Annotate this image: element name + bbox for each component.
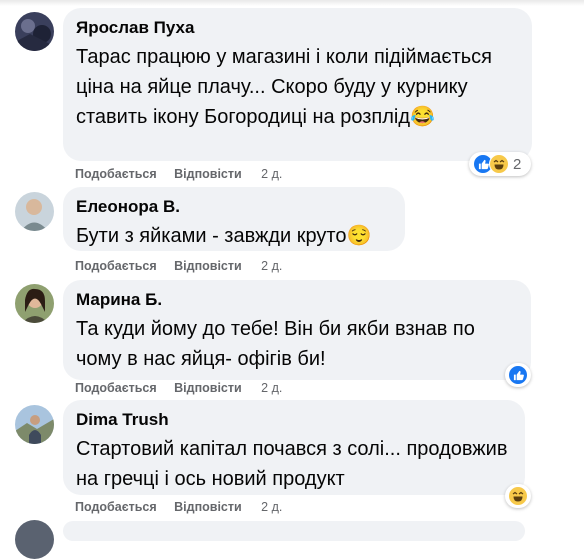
- comment-text: Тарас працюю у магазині і коли підіймаєт…: [76, 46, 493, 128]
- reply-button[interactable]: Відповісти: [174, 500, 242, 514]
- like-icon: [508, 365, 528, 385]
- avatar-photo: [15, 284, 54, 323]
- reactions-summary[interactable]: 2: [469, 152, 531, 176]
- reply-button[interactable]: Відповісти: [174, 259, 242, 273]
- comment-text: Та куди йому до тебе! Він би якби взнав …: [76, 318, 475, 370]
- like-button[interactable]: Подобається: [75, 167, 157, 181]
- comment-author[interactable]: Dima Trush: [76, 410, 513, 430]
- haha-icon: [489, 154, 509, 174]
- scroll-fade: [0, 0, 584, 6]
- comment-bubble: Ярослав Пуха Тарас працюю у магазині і к…: [63, 8, 532, 161]
- reaction-count: 2: [513, 155, 522, 173]
- comment-bubble: Dima Trush Стартовий капітал почався з с…: [63, 400, 525, 495]
- timestamp[interactable]: 2 д.: [261, 259, 282, 273]
- timestamp[interactable]: 2 д.: [261, 167, 282, 181]
- timestamp[interactable]: 2 д.: [261, 500, 282, 514]
- comment-bubble: Марина Б. Та куди йому до тебе! Він би я…: [63, 280, 531, 380]
- timestamp[interactable]: 2 д.: [261, 381, 282, 395]
- comment-actions: Подобається Відповісти 2 д.: [75, 167, 282, 181]
- comment-actions: Подобається Відповісти 2 д.: [75, 500, 282, 514]
- reactions-summary[interactable]: [505, 484, 531, 508]
- like-button[interactable]: Подобається: [75, 500, 157, 514]
- comment-bubble-next: [63, 521, 525, 541]
- avatar-photo: [15, 405, 54, 444]
- avatar[interactable]: [15, 405, 54, 444]
- comment-text: Бути з яйками - завжди круто😌: [76, 225, 372, 247]
- comment-author[interactable]: Ярослав Пуха: [76, 18, 520, 38]
- reactions-summary[interactable]: [505, 363, 531, 387]
- avatar[interactable]: [15, 12, 54, 51]
- like-button[interactable]: Подобається: [75, 259, 157, 273]
- comment-author[interactable]: Марина Б.: [76, 290, 519, 310]
- comment-author[interactable]: Елеонора В.: [76, 197, 393, 217]
- haha-icon: [508, 486, 528, 506]
- comment-text: Стартовий капітал почався з солі... прод…: [76, 438, 508, 490]
- avatar[interactable]: [15, 284, 54, 323]
- comment-bubble: Елеонора В. Бути з яйками - завжди круто…: [63, 187, 405, 251]
- avatar-photo: [15, 12, 54, 51]
- reply-button[interactable]: Відповісти: [174, 381, 242, 395]
- avatar-photo: [15, 192, 54, 231]
- like-button[interactable]: Подобається: [75, 381, 157, 395]
- reply-button[interactable]: Відповісти: [174, 167, 242, 181]
- comment-actions: Подобається Відповісти 2 д.: [75, 259, 282, 273]
- comment-actions: Подобається Відповісти 2 д.: [75, 381, 282, 395]
- avatar[interactable]: [15, 192, 54, 231]
